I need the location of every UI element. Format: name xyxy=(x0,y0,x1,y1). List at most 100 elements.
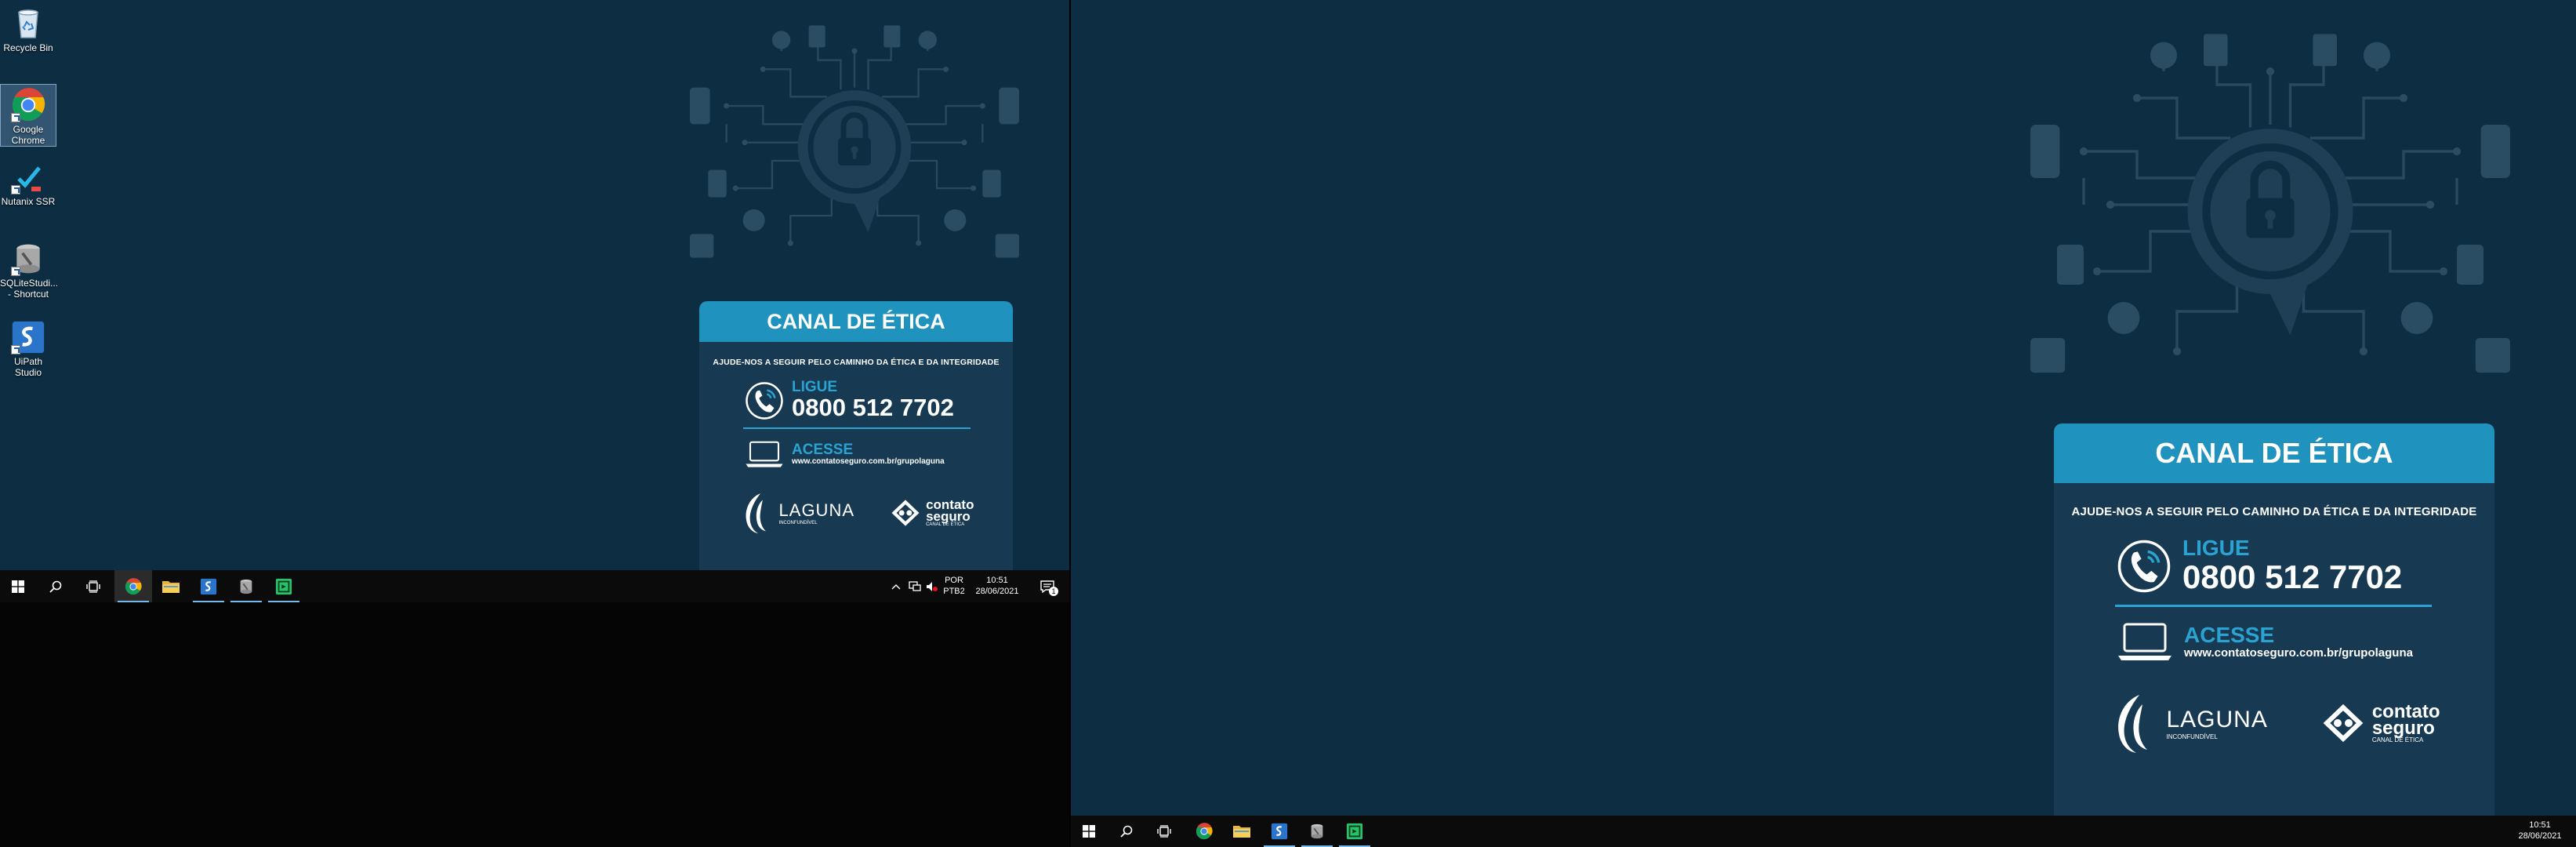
laguna-logo-tag: INCONFUNDÍVEL xyxy=(2166,732,2218,740)
windows-icon xyxy=(12,580,24,593)
task-view-button[interactable] xyxy=(1146,816,1182,847)
phone-label: LIGUE xyxy=(792,379,838,395)
ethics-card-title: CANAL DE ÉTICA xyxy=(2054,424,2494,483)
start-button[interactable] xyxy=(1071,816,1107,847)
chevron-up-icon xyxy=(891,583,901,589)
taskbar-app-green[interactable] xyxy=(265,570,303,602)
laguna-logo: LAGUNA INCONFUNDÍVEL xyxy=(738,490,854,536)
phone-number: 0800 512 7702 xyxy=(792,394,954,421)
taskbar-left: POR PTB2 10:51 28/06/2021 1 xyxy=(0,570,1069,602)
chrome-icon xyxy=(1195,823,1213,840)
clock[interactable]: 10:51 28/06/2021 xyxy=(969,575,1025,597)
desktop-left: Recycle Bin Google Chrome Nutanix SSR SQ… xyxy=(0,0,1069,570)
start-button[interactable] xyxy=(0,570,36,602)
taskbar-app-file-explorer[interactable] xyxy=(1223,816,1261,847)
phone-row: LIGUE 0800 512 7702 xyxy=(745,380,1013,421)
laguna-logo-icon xyxy=(2108,690,2166,756)
laguna-logo: LAGUNA INCONFUNDÍVEL xyxy=(2108,690,2267,756)
desktop-icon-google-chrome[interactable]: Google Chrome xyxy=(0,84,56,147)
network-button[interactable] xyxy=(906,570,923,602)
wallpaper-illustration xyxy=(2004,31,2537,431)
taskbar-app-uipath[interactable] xyxy=(1261,816,1298,847)
shortcut-arrow-icon xyxy=(11,345,20,354)
recycle-bin-icon xyxy=(11,6,45,41)
volume-muted-icon xyxy=(927,581,938,591)
action-center-button[interactable]: 1 xyxy=(1032,570,1063,602)
network-icon xyxy=(909,580,921,591)
divider-line xyxy=(743,427,971,429)
contato-seguro-line2: seguro xyxy=(2371,717,2435,739)
chrome-icon xyxy=(125,578,142,595)
ethics-card-subtitle: AJUDE-NOS A SEGUIR PELO CAMINHO DA ÉTICA… xyxy=(2071,505,2477,518)
chrome-icon xyxy=(11,88,45,122)
contato-seguro-logo: contato seguro CANAL DE ÉTICA xyxy=(885,490,974,536)
web-row: ACESSE www.contatoseguro.com.br/grupolag… xyxy=(745,440,1013,468)
phone-label: LIGUE xyxy=(2182,536,2250,560)
ethics-card: CANAL DE ÉTICA AJUDE-NOS A SEGUIR PELO C… xyxy=(699,301,1013,570)
taskbar-app-sqlitestudio[interactable] xyxy=(1298,816,1336,847)
phone-icon xyxy=(745,381,784,420)
search-button[interactable] xyxy=(1108,816,1145,847)
uipath-icon xyxy=(11,320,45,354)
logos-row: LAGUNA INCONFUNDÍVEL contato seguro CANA… xyxy=(699,490,1013,536)
divider-line xyxy=(2115,605,2432,607)
app-green-icon xyxy=(1346,823,1363,840)
ethics-card-subtitle: AJUDE-NOS A SEGUIR PELO CAMINHO DA ÉTICA… xyxy=(713,358,1000,367)
folder-icon xyxy=(161,579,180,594)
clock-time: 10:51 xyxy=(986,576,1008,585)
phone-icon xyxy=(2117,539,2171,594)
search-button[interactable] xyxy=(38,570,74,602)
shortcut-arrow-icon xyxy=(11,185,20,194)
taskbar-app-chrome[interactable] xyxy=(114,570,152,602)
windows-icon xyxy=(1083,825,1095,838)
dual-monitor-desktop: Recycle Bin Google Chrome Nutanix SSR SQ… xyxy=(0,0,2576,847)
web-label: ACESSE xyxy=(792,442,854,458)
laptop-icon xyxy=(2117,621,2173,662)
taskbar-app-file-explorer[interactable] xyxy=(152,570,190,602)
desktop-icon-sqlitestudio[interactable]: SQLiteStudi... - Shortcut xyxy=(0,238,59,300)
volume-button[interactable] xyxy=(923,570,941,602)
laguna-logo-name: LAGUNA xyxy=(778,500,855,520)
monitor-left: Recycle Bin Google Chrome Nutanix SSR SQ… xyxy=(0,0,1069,847)
desktop-icon-nutanix-ssr[interactable]: Nutanix SSR xyxy=(0,157,56,207)
laguna-logo-tag: INCONFUNDÍVEL xyxy=(778,521,818,525)
contato-seguro-logo-icon xyxy=(2314,690,2372,756)
desktop-icon-label: UiPath Studio xyxy=(13,356,43,378)
taskbar-app-green[interactable] xyxy=(1336,816,1373,847)
task-view-button[interactable] xyxy=(75,570,111,602)
web-row: ACESSE www.contatoseguro.com.br/grupolag… xyxy=(2117,621,2494,662)
language-indicator[interactable]: POR PTB2 xyxy=(942,575,966,597)
taskbar-app-sqlitestudio[interactable] xyxy=(227,570,265,602)
contato-seguro-logo-icon xyxy=(885,490,926,536)
desktop-icon-label: Nutanix SSR xyxy=(1,196,56,207)
taskbar-app-chrome[interactable] xyxy=(1185,816,1223,847)
phone-number: 0800 512 7702 xyxy=(2182,558,2403,595)
taskbar-app-uipath[interactable] xyxy=(190,570,227,602)
folder-icon xyxy=(1232,823,1251,839)
desktop-icon-label: Recycle Bin xyxy=(3,42,53,53)
tray-overflow-button[interactable] xyxy=(887,570,905,602)
desktop-icon-recycle-bin[interactable]: Recycle Bin xyxy=(0,3,56,53)
unused-screen-area xyxy=(0,602,1069,847)
shortcut-arrow-icon xyxy=(11,267,20,276)
phone-row: LIGUE 0800 512 7702 xyxy=(2117,537,2494,595)
laguna-logo-icon xyxy=(738,490,779,536)
language-code: POR xyxy=(945,576,963,585)
app-green-icon xyxy=(275,578,292,595)
uipath-icon xyxy=(1271,823,1288,840)
ethics-card-title: CANAL DE ÉTICA xyxy=(699,301,1013,342)
uipath-icon xyxy=(200,578,217,595)
desktop-right: CANAL DE ÉTICA AJUDE-NOS A SEGUIR PELO C… xyxy=(1071,0,2576,816)
shortcut-arrow-icon xyxy=(11,113,20,122)
nutanix-icon xyxy=(11,160,45,194)
task-view-icon xyxy=(1157,825,1171,838)
desktop-icon-uipath-studio[interactable]: UiPath Studio xyxy=(0,317,56,378)
desktop-icon-label: SQLiteStudi... - Shortcut xyxy=(0,278,59,300)
desktop-icon-label: Google Chrome xyxy=(11,124,45,146)
clock[interactable]: 10:51 28/06/2021 xyxy=(2510,820,2570,842)
search-icon xyxy=(49,580,62,593)
web-url: www.contatoseguro.com.br/grupolaguna xyxy=(2184,645,2413,660)
task-view-icon xyxy=(86,580,100,593)
sqlite-icon xyxy=(238,578,255,595)
taskbar-right: 10:51 28/06/2021 xyxy=(1071,816,2576,847)
